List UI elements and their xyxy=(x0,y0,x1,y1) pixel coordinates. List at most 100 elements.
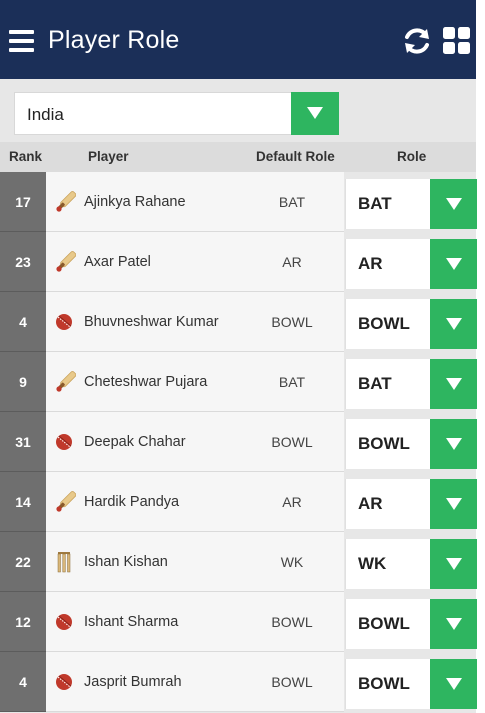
cricket-bat-icon xyxy=(52,370,77,394)
column-headers: Rank Player Default Role Role xyxy=(0,142,476,172)
player-rank: 9 xyxy=(0,352,46,412)
role-select-value: BOWL xyxy=(358,674,410,693)
player-row: 31 Deepak Chahar BOWL BOWL xyxy=(0,412,477,472)
page-title: Player Role xyxy=(48,26,180,54)
player-name: Jasprit Bumrah xyxy=(84,674,182,690)
cricket-bat-icon xyxy=(52,190,77,214)
player-cell: Ishant Sharma BOWL xyxy=(46,592,344,652)
player-row: 14 Hardik Pandya AR AR xyxy=(0,472,477,532)
role-select-value: BOWL xyxy=(358,614,410,633)
role-select-value: WK xyxy=(358,554,387,573)
player-name: Hardik Pandya xyxy=(84,494,180,510)
cricket-ball-icon xyxy=(52,310,76,334)
player-role-screen: Player Role India Rank Player Default Ro… xyxy=(0,0,477,713)
default-role: BAT xyxy=(278,194,306,210)
chevron-down-icon xyxy=(446,318,462,330)
chevron-down-icon xyxy=(446,558,462,570)
player-cell: Hardik Pandya AR xyxy=(46,472,344,532)
role-select[interactable]: WK xyxy=(345,539,477,589)
player-row: 4 Jasprit Bumrah BOWL BOWL xyxy=(0,652,477,712)
player-rank: 22 xyxy=(0,532,46,592)
role-select-value: BAT xyxy=(358,374,392,393)
grid-view-icon[interactable] xyxy=(443,27,470,54)
role-select-value: BOWL xyxy=(358,314,410,333)
player-name: Ishan Kishan xyxy=(84,554,168,570)
role-select[interactable]: BOWL xyxy=(345,659,477,709)
player-cell: Deepak Chahar BOWL xyxy=(46,412,344,472)
player-cell: Ajinkya Rahane BAT xyxy=(46,172,344,232)
role-select[interactable]: AR xyxy=(345,239,477,289)
refresh-icon[interactable] xyxy=(401,25,433,57)
team-select-value: India xyxy=(27,105,64,124)
role-select-value: AR xyxy=(358,254,383,273)
default-role: AR xyxy=(282,494,302,510)
cricket-ball-icon xyxy=(52,670,76,694)
team-dropdown-button[interactable] xyxy=(291,92,339,135)
player-row: 12 Ishant Sharma BOWL BOWL xyxy=(0,592,477,652)
role-select-value: BAT xyxy=(358,194,392,213)
player-cell: Cheteshwar Pujara BAT xyxy=(46,352,344,412)
player-rank: 14 xyxy=(0,472,46,532)
player-row: 23 Axar Patel AR AR xyxy=(0,232,477,292)
chevron-down-icon xyxy=(446,378,462,390)
default-role: BOWL xyxy=(271,614,313,630)
role-select[interactable]: BOWL xyxy=(345,299,477,349)
player-name: Ajinkya Rahane xyxy=(84,194,186,210)
cricket-bat-icon xyxy=(52,250,77,274)
player-rank: 4 xyxy=(0,292,46,352)
chevron-down-icon xyxy=(446,438,462,450)
default-role: BOWL xyxy=(271,674,313,690)
player-rank: 23 xyxy=(0,232,46,292)
team-select[interactable]: India xyxy=(14,92,339,135)
role-dropdown-button[interactable] xyxy=(430,419,477,469)
default-role: BAT xyxy=(278,374,306,390)
role-select[interactable]: BAT xyxy=(345,359,477,409)
player-row: 4 Bhuvneshwar Kumar BOWL BOWL xyxy=(0,292,477,352)
default-role: BOWL xyxy=(271,314,313,330)
role-dropdown-button[interactable] xyxy=(430,299,477,349)
role-dropdown-button[interactable] xyxy=(430,599,477,649)
role-dropdown-button[interactable] xyxy=(430,659,477,709)
role-select[interactable]: BAT xyxy=(345,179,477,229)
column-header-default-role: Default Role xyxy=(256,149,335,164)
default-role: AR xyxy=(282,254,302,270)
player-name: Bhuvneshwar Kumar xyxy=(84,314,219,330)
player-cell: Axar Patel AR xyxy=(46,232,344,292)
player-name: Ishant Sharma xyxy=(84,614,179,630)
role-dropdown-button[interactable] xyxy=(430,359,477,409)
player-name: Deepak Chahar xyxy=(84,434,186,450)
player-cell: Jasprit Bumrah BOWL xyxy=(46,652,344,712)
chevron-down-icon xyxy=(446,678,462,690)
role-select[interactable]: BOWL xyxy=(345,419,477,469)
chevron-down-icon xyxy=(446,498,462,510)
chevron-down-icon xyxy=(446,198,462,210)
role-dropdown-button[interactable] xyxy=(430,179,477,229)
player-row: 22 Ishan Kishan WK WK xyxy=(0,532,477,592)
hamburger-menu-icon[interactable] xyxy=(9,30,34,52)
default-role: WK xyxy=(280,554,304,570)
column-header-player: Player xyxy=(88,149,129,164)
chevron-down-icon xyxy=(446,618,462,630)
role-select[interactable]: AR xyxy=(345,479,477,529)
player-name: Axar Patel xyxy=(84,254,151,270)
player-rank: 4 xyxy=(0,652,46,712)
player-row: 9 Cheteshwar Pujara BAT BAT xyxy=(0,352,477,412)
app-header: Player Role xyxy=(0,0,476,79)
wicket-stumps-icon xyxy=(52,550,76,574)
role-dropdown-button[interactable] xyxy=(430,479,477,529)
role-dropdown-button[interactable] xyxy=(430,239,477,289)
role-dropdown-button[interactable] xyxy=(430,539,477,589)
player-name: Cheteshwar Pujara xyxy=(84,374,208,390)
role-select-value: BOWL xyxy=(358,434,410,453)
default-role: BOWL xyxy=(271,434,313,450)
chevron-down-icon xyxy=(446,258,462,270)
chevron-down-icon xyxy=(307,107,323,119)
role-select[interactable]: BOWL xyxy=(345,599,477,649)
player-rank: 17 xyxy=(0,172,46,232)
column-header-role: Role xyxy=(397,149,427,164)
player-cell: Ishan Kishan WK xyxy=(46,532,344,592)
cricket-ball-icon xyxy=(52,610,76,634)
player-cell: Bhuvneshwar Kumar BOWL xyxy=(46,292,344,352)
role-select-value: AR xyxy=(358,494,383,513)
cricket-ball-icon xyxy=(52,430,76,454)
